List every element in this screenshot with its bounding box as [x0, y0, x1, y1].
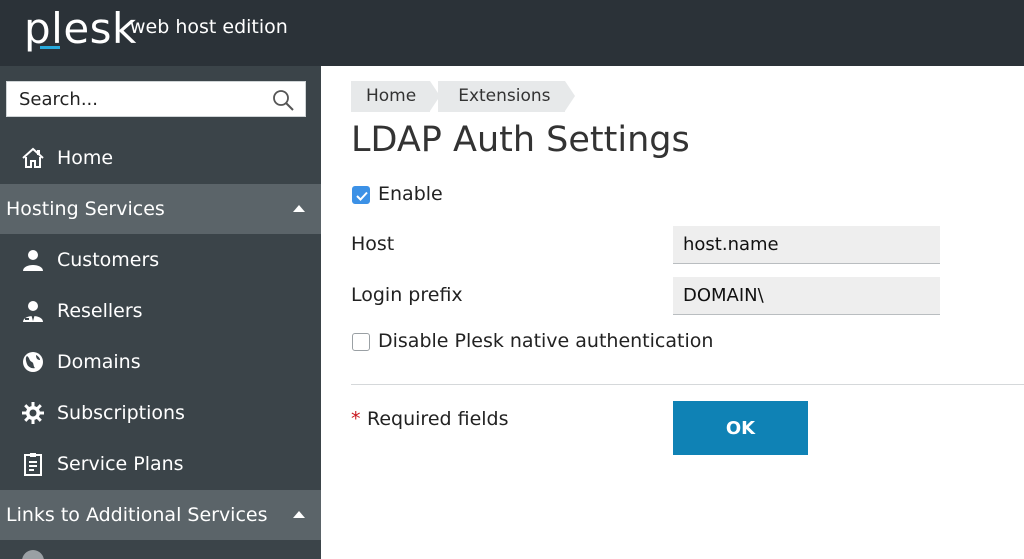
host-label: Host [351, 233, 395, 255]
section-title: Hosting Services [6, 198, 165, 220]
ok-button[interactable]: OK [673, 401, 808, 455]
form-divider [351, 384, 1024, 385]
section-hosting-services[interactable]: Hosting Services [0, 184, 321, 234]
collapse-caret-icon[interactable] [293, 511, 305, 518]
collapse-caret-icon[interactable] [293, 205, 305, 212]
sidebar-item-resellers[interactable]: Resellers [0, 286, 321, 336]
breadcrumb-home[interactable]: Home [351, 81, 441, 112]
partial-item-icon [22, 550, 44, 559]
sidebar-item-label: Home [57, 147, 114, 169]
globe-icon [20, 349, 46, 375]
required-fields-note: Required fields [367, 408, 509, 430]
sidebar-item-label: Customers [57, 249, 160, 271]
sidebar-item-label: Service Plans [57, 453, 184, 475]
sidebar-item-home[interactable]: Home [0, 133, 321, 183]
reseller-icon [20, 298, 46, 324]
required-asterisk: * [351, 408, 361, 430]
edition-label: web host edition [130, 16, 288, 38]
checkmark-icon [356, 191, 368, 201]
enable-label: Enable [378, 183, 443, 205]
user-icon [20, 247, 46, 273]
top-bar: plesk web host edition [0, 0, 1024, 66]
sidebar-item-subscriptions[interactable]: Subscriptions [0, 388, 321, 438]
breadcrumb-extensions[interactable]: Extensions [438, 81, 575, 112]
search-input[interactable] [7, 82, 267, 116]
disable-native-auth-checkbox[interactable] [352, 333, 370, 351]
login-prefix-field[interactable] [673, 277, 940, 315]
clipboard-icon [20, 451, 46, 477]
sidebar: Home Hosting Services Customers Reseller… [0, 66, 321, 559]
sidebar-item-label: Domains [57, 351, 141, 373]
login-prefix-label: Login prefix [351, 284, 463, 306]
page-title: LDAP Auth Settings [351, 120, 690, 160]
logo-accent-bar [40, 46, 60, 49]
enable-checkbox[interactable] [352, 186, 370, 204]
gear-icon [20, 400, 46, 426]
breadcrumb: Home Extensions [351, 81, 575, 112]
home-icon [20, 145, 46, 171]
sidebar-item-customers[interactable]: Customers [0, 235, 321, 285]
disable-native-auth-label: Disable Plesk native authentication [378, 330, 714, 352]
section-title: Links to Additional Services [6, 504, 268, 526]
sidebar-item-label: Subscriptions [57, 402, 185, 424]
host-field[interactable] [673, 226, 940, 264]
section-links-additional-services[interactable]: Links to Additional Services [0, 490, 321, 540]
search-icon[interactable] [271, 88, 295, 112]
sidebar-item-label: Resellers [57, 300, 143, 322]
sidebar-item-service-plans[interactable]: Service Plans [0, 439, 321, 489]
search-box[interactable] [6, 81, 306, 117]
sidebar-item-domains[interactable]: Domains [0, 337, 321, 387]
